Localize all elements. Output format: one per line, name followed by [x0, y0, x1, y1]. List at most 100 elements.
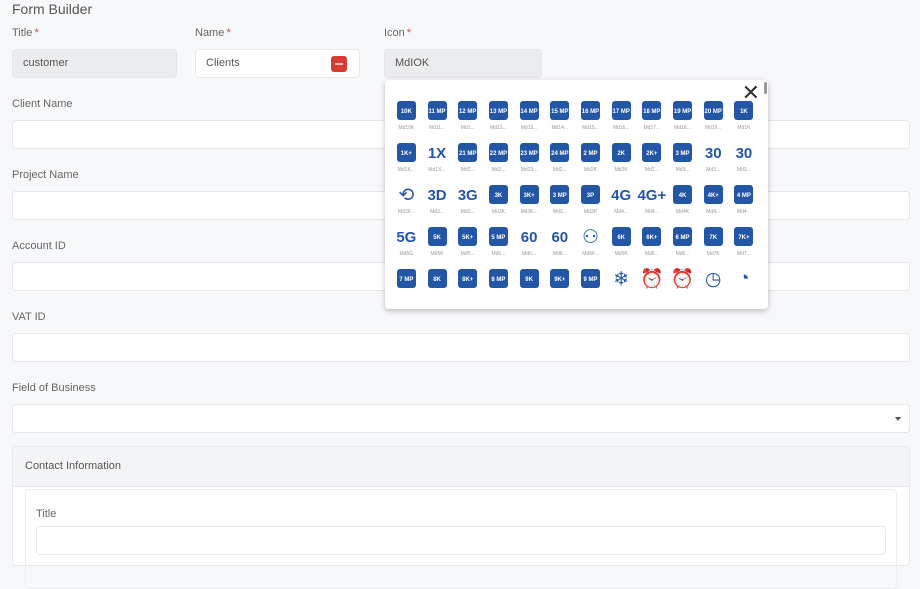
icon-option[interactable]: 7 MP [391, 268, 422, 310]
icon-option[interactable]: 2 MP Md2K [575, 142, 606, 184]
icon-option-glyph-icon: 4K [673, 185, 693, 204]
icon-option-caption: Md4K [676, 209, 690, 215]
icon-option[interactable]: 6 MP Md6... [667, 226, 698, 268]
icon-option[interactable]: ⟲ Md36... [391, 184, 422, 226]
icon-option[interactable]: 3K Md3K [483, 184, 514, 226]
icon-option[interactable]: 14 MP Md13... [514, 100, 545, 142]
icon-option[interactable]: 3G Md3... [452, 184, 483, 226]
icon-option[interactable]: 19 MP Md18... [667, 100, 698, 142]
icon-option[interactable]: 4 MP Md4... [729, 184, 760, 226]
icon-label-text: Icon [384, 27, 405, 39]
icon-option-glyph-icon: 6 MP [673, 227, 693, 246]
icon-option[interactable]: 12 MP Md1... [452, 100, 483, 142]
icon-option[interactable]: 1X Md1X... [422, 142, 453, 184]
icon-option[interactable]: 8K+ [452, 268, 483, 310]
icon-option[interactable]: 1K+ Md1K... [391, 142, 422, 184]
clear-name-button[interactable] [331, 56, 347, 72]
icon-option-caption: Md4... [614, 209, 629, 215]
required-mark: * [34, 27, 39, 39]
icon-option[interactable]: ◷ [698, 268, 729, 310]
icon-option[interactable]: 11 MP Md11... [422, 100, 453, 142]
icon-option[interactable]: 6K+ Md6... [637, 226, 668, 268]
icon-option-glyph-icon: 5K [427, 227, 447, 246]
icon-option[interactable]: 7K+ Md7... [729, 226, 760, 268]
field-of-business-select[interactable] [12, 404, 910, 433]
icon-option[interactable]: 9 MP [575, 268, 606, 310]
icon-option-glyph-icon: 20 MP [703, 101, 723, 120]
icon-option[interactable]: 23 MP Md23... [514, 142, 545, 184]
icon-option[interactable]: 24 MP Md2... [544, 142, 575, 184]
icon-option[interactable]: ❄ [606, 268, 637, 310]
icon-option-caption: Md1K... [397, 167, 415, 173]
icon-option[interactable]: 15 MP Md14... [544, 100, 575, 142]
icon-option-glyph-icon: 30 [704, 144, 722, 162]
icon-option[interactable]: ⚇ Md6F... [575, 226, 606, 268]
icon-option[interactable]: 3D Md3... [422, 184, 453, 226]
icon-option[interactable]: 16 MP Md15... [575, 100, 606, 142]
icon-option-glyph-icon: 5 MP [488, 227, 508, 246]
icon-option[interactable]: 60 Md6... [514, 226, 545, 268]
icon-option[interactable]: 18 MP Md17... [637, 100, 668, 142]
icon-option-glyph-icon: 1X [427, 144, 447, 162]
icon-option[interactable]: ◔ [729, 268, 760, 310]
title-input[interactable]: customer [12, 49, 177, 78]
icon-option[interactable]: 2K+ Md2... [637, 142, 668, 184]
icon-option[interactable]: 30 Md3... [698, 142, 729, 184]
scrollbar[interactable] [764, 82, 767, 94]
caret-down-icon [895, 417, 901, 421]
icon-option[interactable]: 6K Md6K [606, 226, 637, 268]
icon-option[interactable]: 5G Md5G [391, 226, 422, 268]
icon-option-glyph-icon: 3 MP [673, 143, 693, 162]
icon-option[interactable]: 3K+ Md3K... [514, 184, 545, 226]
icon-option-caption: Md7... [736, 251, 751, 257]
icon-option-caption: Md6... [644, 251, 659, 257]
icon-option[interactable]: 22 MP Md2... [483, 142, 514, 184]
icon-option[interactable]: 1K Md1K [729, 100, 760, 142]
icon-option-caption: Md3... [430, 209, 444, 215]
name-input[interactable]: Clients [195, 49, 360, 78]
icon-option[interactable]: 4G Md4... [606, 184, 637, 226]
icon-option[interactable]: 30 Md3... [729, 142, 760, 184]
icon-option[interactable]: 5K+ Md5... [452, 226, 483, 268]
icon-option[interactable]: 4K Md4K [667, 184, 698, 226]
icon-option[interactable]: 8 MP [483, 268, 514, 310]
icon-option-caption: Md6F... [582, 251, 599, 257]
icon-option[interactable]: 9K [514, 268, 545, 310]
icon-option[interactable]: 13 MP Md13... [483, 100, 514, 142]
icon-grid: 10K Md10K 11 MP Md11... 12 MP Md1... 13 MP Md13… [391, 100, 759, 310]
contact-title-input[interactable] [36, 526, 886, 555]
icon-option-glyph-icon: 14 MP [519, 101, 539, 120]
icon-option-glyph-icon: 15 MP [550, 101, 570, 120]
contact-card: Title [25, 489, 897, 589]
icon-option[interactable]: 7K Md7K [698, 226, 729, 268]
icon-option-glyph-icon: ⏰ [640, 269, 664, 290]
contact-information-header[interactable]: Contact Information [13, 447, 909, 487]
icon-option[interactable]: 3 MP Md3... [667, 142, 698, 184]
vat-id-input[interactable] [12, 333, 910, 362]
icon-option[interactable]: ⏰ [667, 268, 698, 310]
icon-option-caption: Md13... [520, 125, 538, 131]
icon-option-glyph-icon: 24 MP [550, 143, 570, 162]
icon-option-glyph-icon: 60 [551, 228, 569, 246]
contact-information-panel: Contact Information Title [12, 446, 910, 589]
icon-option-glyph-icon: ⚇ [581, 226, 599, 248]
icon-option[interactable]: 9K+ [544, 268, 575, 310]
icon-option[interactable]: 2K Md2K [606, 142, 637, 184]
icon-option[interactable]: 21 MP Md2... [452, 142, 483, 184]
icon-option[interactable]: 17 MP Md16... [606, 100, 637, 142]
icon-option[interactable]: 5K Md5K [422, 226, 453, 268]
icon-option[interactable]: 3 MP Md3... [544, 184, 575, 226]
icon-option-glyph-icon: 7K+ [734, 227, 754, 246]
icon-option[interactable]: 8K [422, 268, 453, 310]
required-mark: * [226, 27, 231, 39]
icon-option[interactable]: 20 MP Md19... [698, 100, 729, 142]
icon-option[interactable]: 5 MP Md5... [483, 226, 514, 268]
icon-option[interactable]: 10K Md10K [391, 100, 422, 142]
icon-option[interactable]: 3P Md3P [575, 184, 606, 226]
icon-option[interactable]: 4G+ Md4... [637, 184, 668, 226]
icon-option-caption: Md4... [736, 209, 751, 215]
icon-input[interactable]: MdIOK [384, 49, 542, 78]
icon-option[interactable]: 4K+ Md4... [698, 184, 729, 226]
icon-option[interactable]: 60 Md6... [544, 226, 575, 268]
icon-option[interactable]: ⏰ [637, 268, 668, 310]
